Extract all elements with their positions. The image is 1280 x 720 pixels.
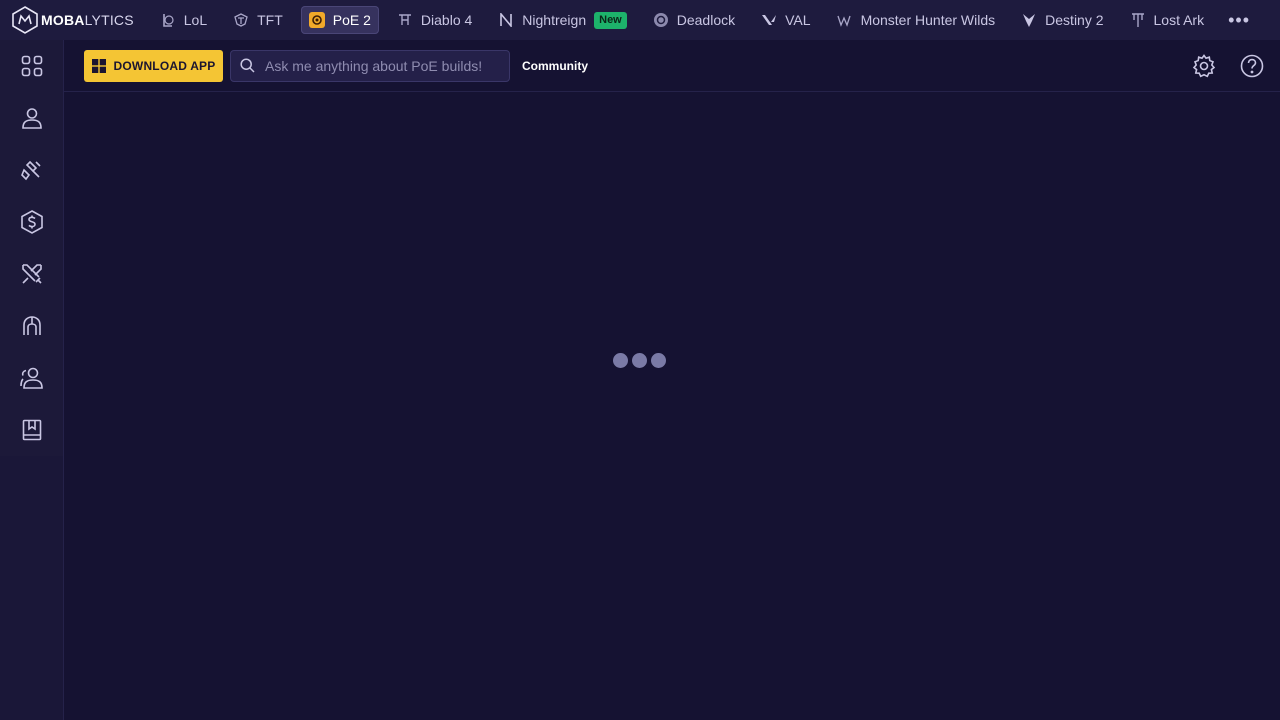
game-tab-lost-ark[interactable]: Lost Ark bbox=[1122, 6, 1213, 34]
search-box[interactable] bbox=[230, 49, 510, 82]
deadlock-icon bbox=[653, 12, 669, 28]
game-tab-label: Lost Ark bbox=[1153, 12, 1205, 28]
sidebar-item-currency[interactable] bbox=[0, 196, 63, 248]
game-tab-deadlock[interactable]: Deadlock bbox=[645, 6, 743, 34]
crossed-swords-icon bbox=[21, 264, 42, 284]
page-header: DOWNLOAD APP Community bbox=[64, 40, 1280, 92]
game-tab-label: LoL bbox=[183, 12, 208, 28]
builds-hammer-icon bbox=[20, 160, 41, 181]
game-tab-label: TFT bbox=[257, 12, 283, 28]
new-badge: New bbox=[594, 11, 627, 29]
windows-icon bbox=[91, 58, 106, 73]
mobalytics-logo-icon bbox=[12, 6, 38, 34]
loading-dot bbox=[651, 353, 666, 368]
game-tab-poe2[interactable]: PoE 2 bbox=[300, 6, 379, 34]
monster-hunter-icon bbox=[836, 12, 853, 28]
brand-bold: MOBA bbox=[41, 12, 85, 28]
valorant-icon bbox=[761, 12, 777, 28]
brand-light: LYTICS bbox=[84, 12, 134, 28]
guide-book-icon bbox=[22, 419, 41, 441]
lol-icon bbox=[160, 12, 176, 28]
gear-icon bbox=[1192, 54, 1216, 78]
game-tab-destiny2[interactable]: Destiny 2 bbox=[1013, 6, 1111, 34]
sidebar-item-community[interactable] bbox=[0, 352, 63, 404]
mobalytics-logo[interactable]: MOBALYTICS bbox=[12, 0, 134, 40]
sidebar-item-classes[interactable] bbox=[0, 300, 63, 352]
game-tab-label: Monster Hunter Wilds bbox=[860, 12, 996, 28]
community-link[interactable]: Community bbox=[522, 59, 588, 73]
sidebar-item-pvp[interactable] bbox=[0, 248, 63, 300]
game-tab-tft[interactable]: TFT bbox=[225, 6, 291, 34]
more-games-button[interactable]: ••• bbox=[1228, 6, 1250, 34]
search-icon bbox=[240, 58, 255, 73]
lost-ark-icon bbox=[1130, 12, 1146, 28]
game-tab-monster-hunter-wilds[interactable]: Monster Hunter Wilds bbox=[829, 6, 1004, 34]
game-tab-val[interactable]: VAL bbox=[753, 6, 818, 34]
sidebar-item-profile[interactable] bbox=[0, 92, 63, 144]
download-app-label: DOWNLOAD APP bbox=[113, 58, 216, 73]
sidebar-menu bbox=[0, 40, 63, 456]
help-button[interactable] bbox=[1238, 52, 1266, 80]
destiny-icon bbox=[1021, 12, 1037, 28]
profile-icon bbox=[21, 108, 42, 129]
loading-dot bbox=[632, 353, 647, 368]
download-app-button[interactable]: DOWNLOAD APP bbox=[84, 49, 223, 82]
sidebar-item-guides[interactable] bbox=[0, 404, 63, 456]
nightreign-icon bbox=[498, 12, 514, 28]
sidebar-item-all-tools[interactable] bbox=[0, 40, 63, 92]
sidebar-item-builds[interactable] bbox=[0, 144, 63, 196]
community-icon bbox=[19, 367, 43, 389]
settings-button[interactable] bbox=[1190, 52, 1218, 80]
diablo-icon bbox=[397, 12, 413, 28]
game-tab-label: Destiny 2 bbox=[1045, 12, 1104, 28]
game-tab-diablo4[interactable]: Diablo 4 bbox=[389, 6, 480, 34]
game-nav-bar: MOBALYTICS LoL TFT PoE 2 Diablo 4 Nightr… bbox=[0, 0, 1280, 40]
loading-indicator bbox=[613, 353, 666, 368]
game-tab-label: PoE 2 bbox=[332, 12, 371, 28]
tft-icon bbox=[233, 12, 249, 28]
more-dots-icon: ••• bbox=[1228, 9, 1251, 30]
left-sidebar bbox=[0, 40, 64, 720]
grid-icon bbox=[21, 55, 42, 77]
game-tab-label: Diablo 4 bbox=[420, 12, 473, 28]
poe2-icon bbox=[308, 12, 325, 28]
game-tab-lol[interactable]: LoL bbox=[152, 6, 215, 34]
game-tab-label: Deadlock bbox=[676, 12, 736, 28]
helmet-icon bbox=[22, 316, 41, 335]
currency-icon bbox=[20, 210, 43, 234]
help-icon bbox=[1240, 54, 1264, 78]
game-tab-nightreign[interactable]: Nightreign New bbox=[490, 6, 634, 34]
header-actions bbox=[1190, 52, 1266, 80]
loading-dot bbox=[613, 353, 628, 368]
game-tab-label: VAL bbox=[785, 12, 811, 28]
search-input[interactable] bbox=[265, 57, 495, 74]
game-tab-label: Nightreign bbox=[522, 12, 587, 28]
